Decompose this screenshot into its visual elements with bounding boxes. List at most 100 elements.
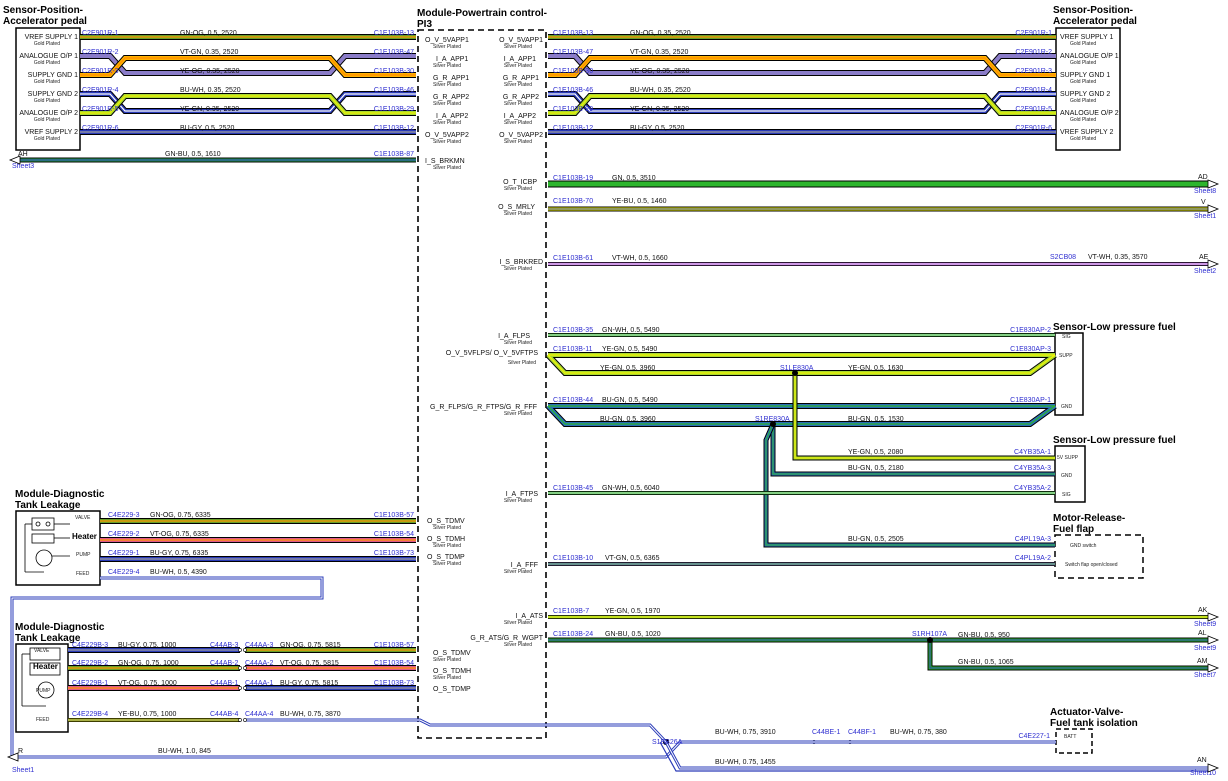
pin-label: O_S_TDMV — [433, 650, 471, 657]
pin-note: Silver Plated — [433, 120, 461, 126]
pin-label: GND — [1061, 473, 1073, 479]
wire-spec: GN-OG, 0.35, 2520 — [630, 30, 691, 37]
pin-note: Gold Plated — [34, 117, 60, 123]
sheet-ref-label: AD — [1198, 174, 1208, 181]
connector-ref: C4PL19A-2 — [1015, 555, 1051, 562]
connector-ref: C1E103B-54 — [374, 531, 414, 538]
pin-label: I_S_BRKRED — [499, 259, 543, 266]
motor-title1: Motor-Release- — [1053, 513, 1125, 524]
sheet-ref-label: AL — [1198, 630, 1207, 637]
pcm-left-pins: O_V_5VAPP1 Silver Plated I_A_APP1 Silver… — [425, 37, 471, 693]
pin-note: Silver Plated — [433, 44, 461, 50]
connector-ref: C2E901R-6 — [1015, 125, 1052, 132]
sheet-ref-label: AN — [1197, 757, 1207, 764]
connector-ref: C2E901R-2 — [82, 49, 119, 56]
pin-note: Gold Plated — [34, 98, 60, 104]
wiring-diagram: Sensor-Position- Accelerator pedal VREF … — [3, 5, 1220, 777]
valve-title2: Fuel tank isolation — [1050, 718, 1138, 729]
pin-label: FEED — [36, 717, 50, 723]
connector-ref: C44BE-1 — [812, 729, 841, 736]
connector-ref: C1E103B-13 — [553, 30, 593, 37]
connector-ref: C2E901R-2 — [1015, 49, 1052, 56]
connector-ref: C4YB35A-1 — [1014, 449, 1051, 456]
pin-label: O_V_5VAPP2 — [499, 132, 543, 139]
connector-ref: C1E103B-54 — [374, 660, 414, 667]
sheet-ref: Sheet1 — [1194, 213, 1216, 220]
connector-ref: C1E103B-70 — [553, 198, 593, 205]
pcm-title1: Module-Powertrain control- — [417, 8, 547, 19]
splice-ref: S2CB08 — [1050, 254, 1076, 261]
wire-spec: BU-WH, 0.35, 2520 — [180, 87, 241, 94]
pin-note: Silver Plated — [433, 525, 461, 531]
connector-ref: C4E229-3 — [108, 512, 140, 519]
sheet-ref: Sheet2 — [1194, 268, 1216, 275]
connector-ref: C1E103B-57 — [374, 642, 414, 649]
connector-ref: C1E103B-12 — [374, 125, 414, 132]
dtl1-component: Module-Diagnostic Tank Leakage VALVE Hea… — [15, 489, 105, 586]
splice-ref: S1BB26A — [652, 739, 683, 746]
connector-ref: C44AB-3 — [210, 642, 239, 649]
wire-spec: GN-OG, 0.75, 1000 — [118, 660, 179, 667]
pin-note: Silver Plated — [504, 498, 532, 504]
pin-note: Gold Plated — [1070, 60, 1096, 66]
connector-ref: C1E103B-44 — [553, 397, 593, 404]
pin-label: VREF SUPPLY 2 — [1060, 129, 1114, 136]
wire-spec: YE-GN, 0.5, 2080 — [848, 449, 903, 456]
pin-label: I_A_APP2 — [436, 113, 468, 120]
pin-note: Gold Plated — [34, 79, 60, 85]
pin-note: Gold Plated — [1070, 41, 1096, 47]
connector-ref: C1E103B-12 — [553, 125, 593, 132]
pin-label: I_S_BRKMN — [425, 158, 465, 165]
wire-spec: GN-BU, 0.5, 950 — [958, 632, 1010, 639]
sheet-ref: Sheet10 — [1190, 770, 1216, 777]
pin-note: Silver Plated — [433, 165, 461, 171]
wire-spec: VT-GN, 0.5, 6365 — [605, 555, 660, 562]
wire-spec: VT-GN, 0.35, 2520 — [630, 49, 688, 56]
connector-ref: C1E103B-30 — [553, 68, 593, 75]
pin-label: O_S_MRLY — [498, 204, 535, 211]
wire-spec: GN-BU, 0.5, 1610 — [165, 151, 221, 158]
pin-label: SUPPLY GND 1 — [28, 72, 78, 79]
pin-label: VREF SUPPLY 1 — [25, 34, 79, 41]
connector-ref: C1E103B-7 — [553, 608, 589, 615]
wire-spec: BU-WH, 0.35, 2520 — [630, 87, 691, 94]
pin-note: Gold Plated — [34, 60, 60, 66]
motor-title2: Fuel flap — [1053, 524, 1094, 535]
wire-spec: GN-WH, 0.5, 5490 — [602, 327, 660, 334]
wire-spec: BU-GY, 0.75, 1000 — [118, 642, 176, 649]
pin-label: VREF SUPPLY 1 — [1060, 34, 1114, 41]
connector-ref: C1E103B-45 — [553, 485, 593, 492]
pin-label: O_S_TDMV — [427, 518, 465, 525]
sheet-ref-label: AE — [1199, 254, 1209, 261]
lpf2-component: Sensor-Low pressure fuel 5V SUPP GND SIG — [1053, 435, 1176, 503]
wire-spec: GN-BU, 0.5, 1020 — [605, 631, 661, 638]
wires-feed-labels: S1BB26A R Sheet1 BU-WH, 1.0, 845 BU-WH, … — [6, 729, 1220, 777]
connector-ref: C1E830AP-2 — [1010, 327, 1051, 334]
wire-spec: VT-GN, 0.35, 2520 — [180, 49, 238, 56]
wire-spec: BU-GN, 0.5, 1530 — [848, 416, 904, 423]
sheet-ref: Sheet3 — [12, 163, 34, 170]
pin-label: I_A_APP1 — [504, 56, 536, 63]
pcm-title2: PI3 — [417, 19, 432, 30]
pin-note: Gold Plated — [1070, 98, 1096, 104]
wire-spec: BU-GY, 0.75, 6335 — [150, 550, 208, 557]
dtl2-title2: Tank Leakage — [15, 633, 81, 644]
connector-ref: C1E103B-24 — [553, 631, 593, 638]
wire-spec: BU-WH, 0.75, 380 — [890, 729, 947, 736]
pin-label: O_V_5VAPP1 — [499, 37, 543, 44]
pin-label: O_S_TDMP — [433, 686, 471, 693]
wire-spec: BU-WH, 0.75, 3910 — [715, 729, 776, 736]
wire-spec: VT-OG, 0.75, 5815 — [280, 660, 339, 667]
wires-right-misc — [548, 180, 1208, 266]
wire-spec: BU-GY, 0.75, 5815 — [280, 680, 338, 687]
wire-spec: BU-WH, 0.75, 1455 — [715, 759, 776, 766]
pin-label: G_R_APP1 — [503, 75, 539, 82]
valve-title1: Actuator-Valve- — [1050, 707, 1123, 718]
wire-spec: BU-WH, 0.5, 4390 — [150, 569, 207, 576]
connector-ref: C1E103B-13 — [374, 30, 414, 37]
wire-spec: YE-BU, 0.5, 1460 — [612, 198, 667, 205]
connector-ref: C4YB35A-2 — [1014, 485, 1051, 492]
pin-note: Silver Plated — [504, 44, 532, 50]
pin-note: Silver Plated — [433, 82, 461, 88]
connector-ref: C1E103B-35 — [553, 327, 593, 334]
